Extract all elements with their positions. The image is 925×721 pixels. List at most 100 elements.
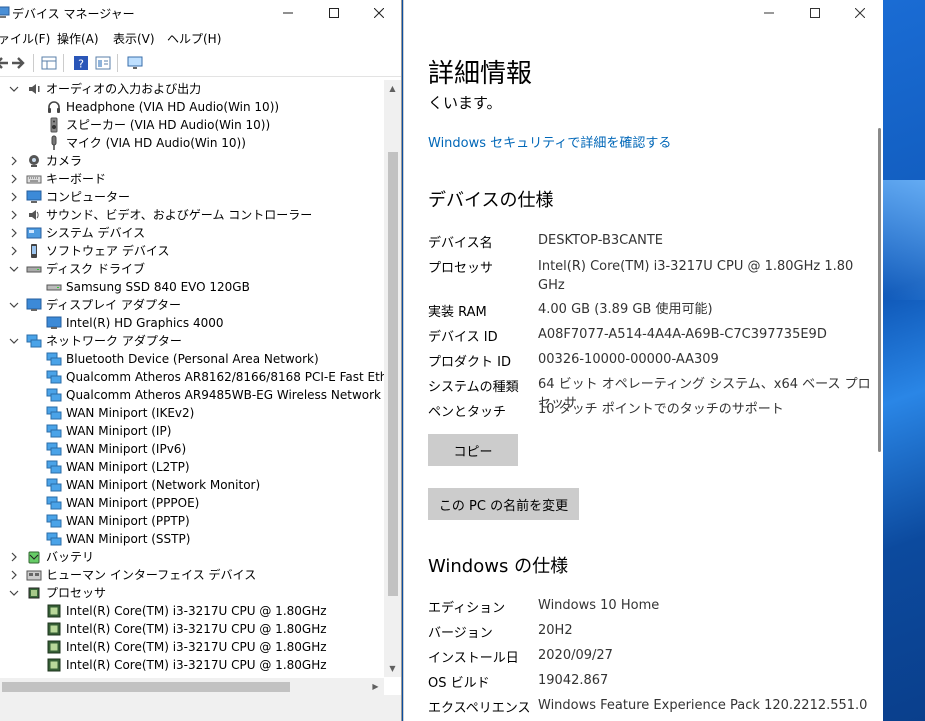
menu-view[interactable]: 表示(V) [113, 30, 155, 47]
tree-category[interactable]: システム デバイス [0, 224, 384, 242]
properties-grid-icon[interactable] [41, 55, 57, 71]
menu-action[interactable]: 操作(A) [57, 30, 99, 47]
tree-device[interactable]: WAN Miniport (PPTP) [0, 512, 384, 530]
disk-drive-icon [26, 266, 42, 273]
scroll-up-arrow-icon[interactable]: ▲ [384, 80, 401, 97]
tree-device[interactable]: Qualcomm Atheros AR9485WB-EG Wireless Ne… [0, 386, 384, 404]
tree-device[interactable]: WAN Miniport (PPPOE) [0, 494, 384, 512]
tree-device[interactable]: Intel(R) HD Graphics 4000 [0, 314, 384, 332]
tree-vertical-scrollbar[interactable]: ▲ ▼ [384, 80, 401, 677]
chevron-right-icon[interactable] [9, 174, 19, 184]
tree-category[interactable]: キーボード [0, 170, 384, 188]
chevron-down-icon[interactable] [9, 300, 19, 310]
help-icon[interactable]: ? [73, 55, 89, 71]
chevron-right-icon[interactable] [9, 570, 19, 580]
tree-device[interactable]: Intel(R) Core(TM) i3-3217U CPU @ 1.80GHz [0, 656, 384, 674]
tree-category[interactable]: サウンド、ビデオ、およびゲーム コントローラー [0, 206, 384, 224]
tree-device[interactable]: マイク (VIA HD Audio(Win 10)) [0, 134, 384, 152]
device-manager-window: デバイス マネージャー ァイル(F) 操作(A) 表示(V) ヘルプ(H) ? … [0, 0, 402, 721]
about-maximize-button[interactable] [792, 0, 838, 26]
rename-pc-button[interactable]: この PC の名前を変更 [428, 488, 579, 520]
security-link[interactable]: Windows セキュリティで詳細を確認する [428, 132, 671, 151]
network-icon [46, 352, 62, 366]
copy-button[interactable]: コピー [428, 434, 518, 466]
tree-device[interactable]: Headphone (VIA HD Audio(Win 10)) [0, 98, 384, 116]
spec-value: Intel(R) Core(TM) i3-3217U CPU @ 1.80GHz… [538, 259, 854, 293]
chevron-right-icon[interactable] [9, 228, 19, 238]
scroll-down-arrow-icon[interactable]: ▼ [384, 660, 401, 677]
about-minimize-button[interactable] [746, 0, 792, 26]
tree-category[interactable]: オーディオの入力および出力 [0, 80, 384, 98]
window-title: デバイス マネージャー [12, 7, 135, 21]
tree-device[interactable]: Intel(R) Core(TM) i3-3217U CPU @ 1.80GHz [0, 620, 384, 638]
software-device-icon [31, 244, 37, 258]
computer-icon [26, 190, 42, 203]
close-icon [374, 8, 384, 18]
tree-device[interactable]: WAN Miniport (IPv6) [0, 440, 384, 458]
tree-device[interactable]: Intel(R) Core(TM) i3-3217U CPU @ 1.80GHz [0, 638, 384, 656]
close-icon [855, 8, 865, 18]
spec-value: 2020/09/27 [538, 648, 613, 663]
chevron-right-icon[interactable] [9, 246, 19, 256]
device-manager-titlebar[interactable]: デバイス マネージャー [0, 0, 401, 26]
menu-help[interactable]: ヘルプ(H) [167, 30, 221, 47]
hscrollbar-thumb[interactable] [2, 682, 290, 692]
svg-text:?: ? [78, 58, 84, 71]
tree-device[interactable]: Intel(R) Core(TM) i3-3217U CPU @ 1.80GHz [0, 602, 384, 620]
chevron-down-icon[interactable] [9, 264, 19, 274]
chevron-down-icon[interactable] [9, 588, 19, 598]
scan-hardware-icon[interactable] [127, 55, 143, 71]
processor-icon [28, 587, 40, 599]
tree-device[interactable]: Qualcomm Atheros AR8162/8166/8168 PCI-E … [0, 368, 384, 386]
tree-horizontal-scrollbar[interactable]: ▶ [0, 678, 384, 695]
chevron-right-icon[interactable] [9, 210, 19, 220]
tree-device[interactable]: WAN Miniport (L2TP) [0, 458, 384, 476]
forward-arrow-icon[interactable] [10, 55, 26, 71]
spec-key: バージョン [428, 626, 493, 641]
tree-category[interactable]: ソフトウェア デバイス [0, 242, 384, 260]
tree-device[interactable]: WAN Miniport (SSTP) [0, 530, 384, 548]
about-settings-window: 詳細情報 くいます。 Windows セキュリティで詳細を確認する デバイスの仕… [403, 0, 883, 721]
minimize-button[interactable] [265, 0, 311, 26]
tree-device[interactable]: WAN Miniport (IP) [0, 422, 384, 440]
chevron-right-icon[interactable] [9, 156, 19, 166]
tree-category[interactable]: ヒューマン インターフェイス デバイス [0, 566, 384, 584]
scroll-right-arrow-icon[interactable]: ▶ [367, 678, 384, 695]
scrollbar-thumb[interactable] [388, 152, 398, 596]
menu-file[interactable]: ァイル(F) [0, 30, 50, 47]
spec-key: ペンとタッチ [428, 405, 507, 420]
tree-device[interactable]: Samsung SSD 840 EVO 120GB [0, 278, 384, 296]
chevron-down-icon[interactable] [9, 84, 19, 94]
tree-category[interactable]: プロセッサ [0, 584, 384, 602]
tree-device[interactable]: Bluetooth Device (Personal Area Network) [0, 350, 384, 368]
spec-value: 00326-10000-00000-AA309 [538, 352, 719, 367]
spec-value: Windows 10 Home [538, 598, 660, 613]
network-icon [46, 460, 62, 474]
tree-device[interactable]: スピーカー (VIA HD Audio(Win 10)) [0, 116, 384, 134]
chevron-right-icon[interactable] [9, 192, 19, 202]
tree-item-label: WAN Miniport (IP) [66, 424, 172, 438]
chevron-down-icon[interactable] [9, 336, 19, 346]
tree-category[interactable]: ディスプレイ アダプター [0, 296, 384, 314]
tree-category[interactable]: コンピューター [0, 188, 384, 206]
tree-category[interactable]: ディスク ドライブ [0, 260, 384, 278]
chevron-right-icon[interactable] [9, 552, 19, 562]
chip-icon [47, 604, 61, 618]
about-close-button[interactable] [837, 0, 883, 26]
tree-item-label: WAN Miniport (L2TP) [66, 460, 190, 474]
spec-value: A08F7077-A514-4A4A-A69B-C7C397735E9D [538, 327, 827, 342]
tree-item-label: WAN Miniport (PPPOE) [66, 496, 200, 510]
chip-icon [47, 658, 61, 672]
back-arrow-icon[interactable] [0, 55, 10, 71]
close-button[interactable] [356, 0, 401, 26]
tree-category[interactable]: カメラ [0, 152, 384, 170]
tree-device[interactable]: WAN Miniport (Network Monitor) [0, 476, 384, 494]
tree-item-label: Intel(R) Core(TM) i3-3217U CPU @ 1.80GHz [66, 604, 327, 618]
tree-category[interactable]: バッテリ [0, 548, 384, 566]
tree-category[interactable]: ネットワーク アダプター [0, 332, 384, 350]
minimize-icon [764, 12, 774, 14]
view-pane-icon[interactable] [95, 55, 111, 71]
tree-device[interactable]: WAN Miniport (IKEv2) [0, 404, 384, 422]
about-scrollbar[interactable] [878, 128, 881, 452]
maximize-button[interactable] [311, 0, 357, 26]
